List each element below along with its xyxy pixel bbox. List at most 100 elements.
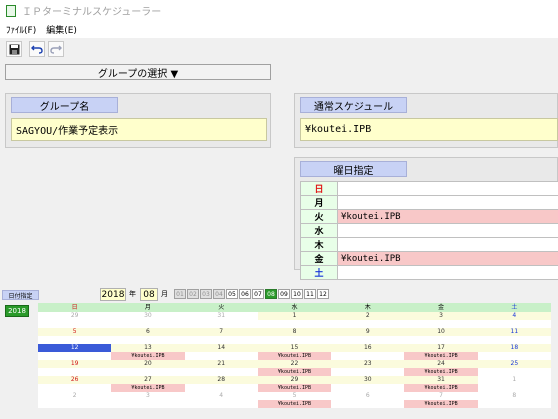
calendar-entry[interactable] — [477, 400, 551, 408]
calendar-date[interactable]: 1 — [477, 376, 551, 384]
calendar-date[interactable]: 5 — [257, 392, 332, 400]
calendar-date[interactable]: 2 — [331, 312, 405, 320]
calendar-date[interactable]: 12 — [38, 344, 112, 352]
month-field[interactable]: 08 — [140, 288, 158, 301]
calendar-entry[interactable]: ¥koutei.IPB — [404, 368, 478, 376]
calendar-date[interactable]: 23 — [331, 360, 405, 368]
calendar-entry[interactable] — [38, 320, 112, 328]
calendar-date[interactable]: 6 — [331, 392, 405, 400]
calendar-date[interactable]: 4 — [477, 312, 551, 320]
calendar-date[interactable]: 15 — [257, 344, 332, 352]
calendar-entry[interactable] — [331, 336, 405, 344]
month-button[interactable]: 04 — [213, 289, 225, 299]
group-select-button[interactable]: グループの選択 ▼ — [5, 64, 271, 80]
calendar-date[interactable]: 19 — [38, 360, 112, 368]
calendar-date[interactable]: 26 — [38, 376, 112, 384]
calendar-date[interactable]: 3 — [111, 392, 185, 400]
weekday-value[interactable] — [337, 181, 558, 196]
month-button[interactable]: 05 — [226, 289, 238, 299]
calendar-date[interactable]: 6 — [111, 328, 185, 336]
weekday-value[interactable]: ¥koutei.IPB — [337, 251, 558, 266]
calendar-entry[interactable] — [184, 336, 258, 344]
calendar-entry[interactable] — [477, 384, 551, 392]
calendar-date[interactable]: 8 — [257, 328, 332, 336]
calendar-entry[interactable]: ¥koutei.IPB — [111, 384, 185, 392]
month-button[interactable]: 03 — [200, 289, 212, 299]
calendar-entry[interactable] — [111, 336, 185, 344]
redo-button[interactable] — [48, 41, 64, 57]
calendar-date[interactable]: 20 — [111, 360, 185, 368]
calendar-entry[interactable] — [404, 320, 478, 328]
calendar-entry[interactable] — [257, 320, 332, 328]
calendar-date[interactable]: 10 — [404, 328, 478, 336]
calendar-date[interactable]: 22 — [257, 360, 332, 368]
calendar-entry[interactable] — [184, 352, 258, 360]
calendar-date[interactable]: 4 — [184, 392, 258, 400]
calendar-entry[interactable] — [38, 352, 112, 360]
calendar-entry[interactable]: ¥koutei.IPB — [404, 384, 478, 392]
calendar-date[interactable]: 2 — [38, 392, 112, 400]
calendar-entry[interactable] — [111, 320, 185, 328]
year-tag[interactable]: 2018 — [5, 305, 29, 317]
calendar-entry[interactable] — [331, 368, 405, 376]
calendar-entry[interactable] — [38, 336, 112, 344]
month-button[interactable]: 01 — [174, 289, 186, 299]
calendar-date[interactable]: 18 — [477, 344, 551, 352]
calendar-date[interactable]: 11 — [477, 328, 551, 336]
calendar-date[interactable]: 28 — [184, 376, 258, 384]
schedule-field[interactable]: ¥koutei.IPB — [300, 118, 558, 141]
calendar-date[interactable]: 24 — [404, 360, 478, 368]
month-button[interactable]: 11 — [304, 289, 316, 299]
calendar-date[interactable]: 7 — [184, 328, 258, 336]
calendar-entry[interactable] — [184, 368, 258, 376]
calendar-date[interactable]: 7 — [404, 392, 478, 400]
calendar-entry[interactable] — [38, 384, 112, 392]
calendar-entry[interactable] — [111, 400, 185, 408]
calendar-entry[interactable]: ¥koutei.IPB — [111, 352, 185, 360]
calendar-entry[interactable] — [331, 384, 405, 392]
calendar-date[interactable]: 9 — [331, 328, 405, 336]
calendar-date[interactable]: 14 — [184, 344, 258, 352]
calendar-entry[interactable] — [477, 336, 551, 344]
calendar-date[interactable]: 1 — [257, 312, 332, 320]
calendar-date[interactable]: 3 — [404, 312, 478, 320]
month-button[interactable]: 07 — [252, 289, 264, 299]
calendar-entry[interactable]: ¥koutei.IPB — [257, 368, 332, 376]
calendar-date[interactable]: 31 — [404, 376, 478, 384]
calendar-entry[interactable]: ¥koutei.IPB — [257, 352, 332, 360]
weekday-value[interactable] — [337, 237, 558, 252]
weekday-value[interactable] — [337, 195, 558, 210]
weekday-value[interactable]: ¥koutei.IPB — [337, 209, 558, 224]
calendar-date[interactable]: 27 — [111, 376, 185, 384]
calendar-entry[interactable] — [331, 320, 405, 328]
undo-button[interactable] — [29, 41, 45, 57]
calendar-entry[interactable]: ¥koutei.IPB — [404, 352, 478, 360]
calendar-entry[interactable] — [38, 368, 112, 376]
calendar-date[interactable]: 25 — [477, 360, 551, 368]
weekday-value[interactable] — [337, 223, 558, 238]
calendar-entry[interactable]: ¥koutei.IPB — [257, 384, 332, 392]
calendar-entry[interactable] — [477, 368, 551, 376]
month-button[interactable]: 12 — [317, 289, 329, 299]
weekday-value[interactable] — [337, 265, 558, 280]
calendar-entry[interactable] — [184, 384, 258, 392]
calendar-date[interactable]: 8 — [477, 392, 551, 400]
month-button[interactable]: 10 — [291, 289, 303, 299]
menu-file[interactable]: ﾌｧｲﾙ(F) — [6, 23, 36, 36]
calendar-entry[interactable] — [184, 400, 258, 408]
calendar-date[interactable]: 31 — [184, 312, 258, 320]
calendar-date[interactable]: 30 — [111, 312, 185, 320]
group-name-field[interactable]: SAGYOU/作業予定表示 — [11, 118, 267, 141]
menu-edit[interactable]: 編集(E) — [46, 23, 77, 36]
calendar-date[interactable]: 16 — [331, 344, 405, 352]
month-button-selected[interactable]: 08 — [265, 289, 277, 299]
calendar-date[interactable]: 17 — [404, 344, 478, 352]
calendar-entry[interactable]: ¥koutei.IPB — [257, 400, 332, 408]
calendar-date[interactable]: 30 — [331, 376, 405, 384]
calendar-entry[interactable] — [477, 352, 551, 360]
calendar-entry[interactable] — [257, 336, 332, 344]
calendar-entry[interactable]: ¥koutei.IPB — [404, 400, 478, 408]
calendar-date[interactable]: 13 — [111, 344, 185, 352]
year-field[interactable]: 2018 — [100, 288, 126, 301]
save-button[interactable] — [6, 41, 22, 57]
